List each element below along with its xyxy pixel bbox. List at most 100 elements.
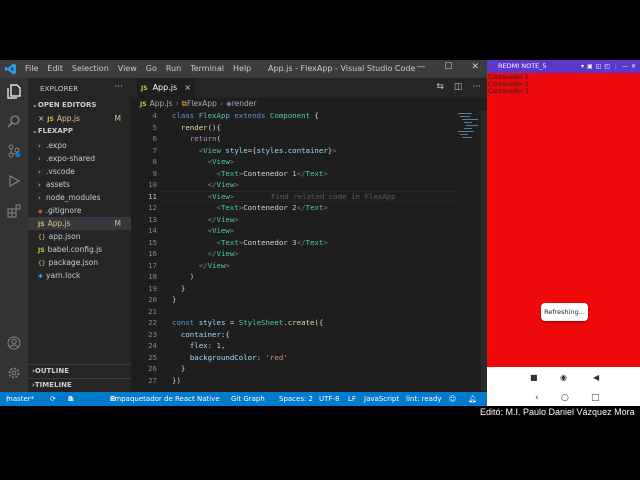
- tree-item-babel-config[interactable]: JS babel.config.js: [28, 243, 131, 256]
- tab-app-js[interactable]: JS App.js ×: [137, 78, 195, 98]
- close-tab-icon[interactable]: ×: [184, 78, 191, 98]
- menu-selection[interactable]: Selection: [72, 64, 109, 73]
- encoding-status[interactable]: UTF-8: [319, 392, 339, 406]
- code-editor[interactable]: 4 5 6 7 8 9 10 11 12 13 14 15 16 17 18 1…: [131, 111, 487, 391]
- code-line: return(: [189, 134, 221, 143]
- feedback-icon[interactable]: ☺: [449, 392, 456, 406]
- tree-item-app-json[interactable]: {} app.json: [28, 230, 131, 243]
- tree-item-assets[interactable]: › assets: [28, 178, 131, 191]
- run-debug-icon[interactable]: [6, 174, 22, 190]
- code-line: <Text>Contenedor 1</Text>: [216, 168, 328, 178]
- emulator-recents-icon[interactable]: □: [591, 393, 600, 403]
- tree-item-vscode[interactable]: › .vscode: [28, 165, 131, 178]
- tree-item-node-modules[interactable]: › node_modules: [28, 191, 131, 204]
- tree-item-yarn-lock[interactable]: ✱ yarn.lock: [28, 269, 131, 282]
- home-icon[interactable]: ◉: [560, 373, 567, 382]
- line-number: 14: [148, 226, 157, 235]
- open-editor-item[interactable]: × JS App.js M: [28, 112, 131, 125]
- menu-run[interactable]: Run: [166, 64, 181, 73]
- tree-item-expo[interactable]: › .expo: [28, 139, 131, 152]
- files-icon[interactable]: [6, 84, 22, 100]
- code-line: </View>: [207, 180, 239, 189]
- outline-section[interactable]: ›OUTLINE: [28, 364, 131, 377]
- line-number: 13: [148, 214, 157, 224]
- line-number: 18: [148, 272, 157, 281]
- project-section[interactable]: ⌄FLEXAPP: [28, 125, 131, 138]
- open-changes-icon[interactable]: ⇆: [436, 82, 444, 92]
- code-line: }: [172, 283, 186, 293]
- lint-status[interactable]: lint: ready: [406, 392, 442, 406]
- timeline-section[interactable]: ›TIMELINE: [28, 378, 131, 391]
- json-file-icon: {}: [38, 234, 46, 241]
- notifications-bell-icon[interactable]: 🔔︎: [468, 392, 477, 406]
- sync-icon[interactable]: ⟳: [50, 392, 56, 406]
- emulator-back-icon[interactable]: ‹: [535, 393, 539, 403]
- split-editor-icon[interactable]: ◫: [454, 82, 463, 92]
- code-line: container:{: [180, 329, 230, 339]
- container-text-3: Contenedor 3: [488, 88, 529, 95]
- tree-item-package-json[interactable]: {} package.json: [28, 256, 131, 269]
- code-line: }: [172, 295, 177, 304]
- language-mode-status[interactable]: JavaScript: [364, 392, 399, 406]
- menu-bar: File Edit Selection View Go Run Terminal…: [25, 64, 251, 73]
- git-file-icon: ◆: [38, 208, 43, 215]
- menu-view[interactable]: View: [118, 64, 137, 73]
- source-control-icon[interactable]: [6, 144, 22, 160]
- more-editor-actions-icon[interactable]: ···: [472, 82, 481, 92]
- line-number: 4: [152, 111, 157, 120]
- cast-icon[interactable]: ◰: [604, 60, 610, 73]
- vscode-logo-icon: [5, 63, 16, 75]
- codelens-hint[interactable]: Find related code in FlexApp: [271, 192, 396, 201]
- menu-go[interactable]: Go: [146, 64, 157, 73]
- device-name: REDMI NOTE_5: [498, 62, 547, 70]
- close-button[interactable]: ✕: [471, 62, 479, 72]
- menu-icon[interactable]: ⋮: [613, 60, 619, 73]
- breadcrumb-method[interactable]: render: [232, 99, 257, 108]
- emulator-home-icon[interactable]: ○: [561, 393, 569, 403]
- tree-item-expo-shared[interactable]: › .expo-shared: [28, 152, 131, 165]
- indentation-status[interactable]: Spaces: 2: [279, 392, 313, 406]
- menu-terminal[interactable]: Terminal: [190, 64, 224, 73]
- minimize-button[interactable]: —: [416, 62, 425, 72]
- menu-help[interactable]: Help: [233, 64, 251, 73]
- code-line: render(){: [180, 122, 221, 132]
- rotate-icon[interactable]: ◱: [596, 60, 602, 73]
- screenshot-icon[interactable]: ▣: [587, 60, 593, 73]
- eol-status[interactable]: LF: [348, 392, 356, 406]
- status-bar: ᚴ master* ⟳ ⊗ 0 ⚠ 0 ⊞ Empaquetador de Re…: [0, 392, 487, 406]
- js-file-icon: JS: [38, 247, 45, 254]
- container-text-1: Contenedor 1: [488, 74, 529, 81]
- search-icon[interactable]: [6, 114, 22, 130]
- maximize-button[interactable]: ☐: [444, 62, 452, 72]
- window-title: App.js - FlexApp - Visual Studio Code: [268, 64, 416, 73]
- yarn-file-icon: ✱: [38, 273, 44, 280]
- emulator-controls: ▾ ▣ ◱ ◰ ⋮ — ✕: [581, 60, 636, 73]
- account-icon[interactable]: [6, 336, 22, 352]
- recent-apps-icon[interactable]: ■: [530, 373, 538, 382]
- minimap[interactable]: [456, 111, 480, 151]
- menu-edit[interactable]: Edit: [47, 64, 63, 73]
- back-icon[interactable]: ◀: [593, 373, 599, 382]
- menu-file[interactable]: File: [25, 64, 38, 73]
- code-line: <Text>Contenedor 3</Text>: [216, 237, 328, 247]
- tree-item-app-js[interactable]: JS App.js M: [28, 217, 131, 230]
- close-editor-icon[interactable]: ×: [38, 114, 44, 123]
- tree-item-gitignore[interactable]: ◆ .gitignore: [28, 204, 131, 217]
- more-actions-icon[interactable]: ···: [114, 82, 123, 92]
- code-line: <View>: [207, 191, 235, 201]
- line-number: 23: [148, 329, 157, 339]
- line-number: 26: [148, 364, 157, 373]
- line-number: 9: [152, 168, 157, 178]
- git-graph-button[interactable]: Git Graph: [231, 392, 265, 406]
- breadcrumb-class[interactable]: FlexApp: [187, 99, 217, 108]
- breadcrumb-file[interactable]: App.js: [150, 99, 173, 108]
- open-editors-section[interactable]: ⌄OPEN EDITORS: [28, 99, 131, 112]
- line-number: 10: [148, 180, 157, 189]
- emulator-nav-bar: ‹ ○ □: [487, 391, 640, 406]
- extensions-icon[interactable]: [6, 204, 22, 220]
- editor-actions: ⇆ ◫ ···: [436, 82, 481, 92]
- settings-gear-icon[interactable]: [6, 366, 22, 382]
- minimize-icon[interactable]: —: [622, 60, 628, 73]
- close-icon[interactable]: ✕: [631, 60, 636, 73]
- code-line: <Text>Contenedor 2</Text>: [216, 203, 328, 212]
